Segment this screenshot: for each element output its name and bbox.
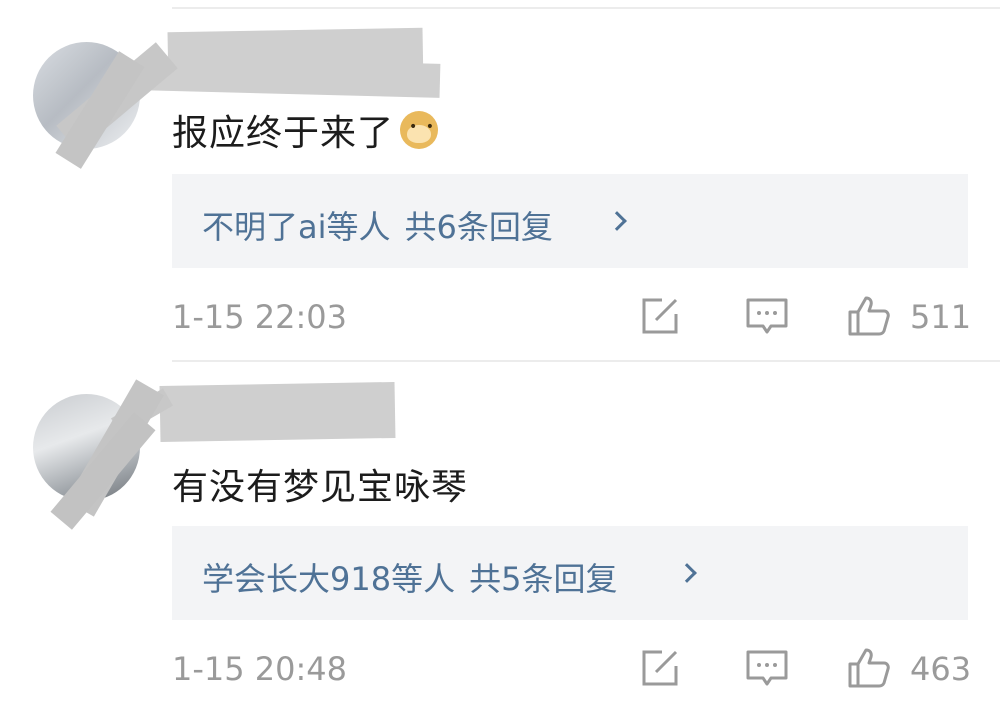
chevron-right-icon — [677, 563, 697, 583]
share-button[interactable] — [638, 294, 682, 338]
reply-users: 学会长大918等人 — [202, 560, 456, 598]
like-count: 511 — [910, 298, 972, 336]
comment-text: 报应终于来了 — [172, 104, 439, 156]
timestamp: 1-15 20:48 — [172, 650, 348, 688]
thumbs-up-icon — [848, 648, 890, 688]
reply-button[interactable] — [744, 646, 790, 690]
thumbs-up-icon — [848, 296, 890, 336]
share-edit-icon — [642, 298, 678, 334]
replies-summary: 学会长大918等人 共5条回复 — [202, 554, 617, 600]
share-button[interactable] — [638, 646, 682, 690]
like-count: 463 — [910, 650, 972, 688]
replies-link[interactable]: 不明了ai等人 共6条回复 — [172, 174, 968, 268]
comment-text: 有没有梦见宝咏琴 — [172, 458, 468, 510]
reply-button[interactable] — [744, 294, 790, 338]
redaction-mark — [159, 381, 396, 443]
doge-emoji-icon — [400, 111, 439, 149]
like-button[interactable]: 511 — [846, 294, 972, 338]
replies-link[interactable]: 学会长大918等人 共5条回复 — [172, 526, 968, 620]
comment-body: 报应终于来了 — [172, 113, 395, 154]
reply-users: 不明了ai等人 — [202, 208, 391, 246]
comment-bubble-icon — [746, 650, 788, 686]
comment-footer: 1-15 22:03 511 — [172, 294, 971, 338]
reply-count: 共5条回复 — [469, 560, 618, 598]
timestamp: 1-15 22:03 — [172, 298, 348, 336]
comment-footer: 1-15 20:48 463 — [172, 646, 971, 690]
chevron-right-icon — [607, 211, 627, 231]
like-button[interactable]: 463 — [846, 646, 972, 690]
comment-item: 有没有梦见宝咏琴 学会长大918等人 共5条回复 1-15 20:48 463 — [0, 362, 1000, 703]
comment-item: 报应终于来了 不明了ai等人共6条回复 1-15 22:03 — [0, 0, 1000, 360]
redaction-mark — [139, 56, 441, 98]
comment-body: 有没有梦见宝咏琴 — [172, 467, 469, 508]
comment-bubble-icon — [746, 298, 788, 334]
replies-summary: 不明了ai等人 共6条回复 — [202, 202, 553, 248]
reply-count: 共6条回复 — [404, 208, 553, 246]
share-edit-icon — [642, 650, 678, 686]
